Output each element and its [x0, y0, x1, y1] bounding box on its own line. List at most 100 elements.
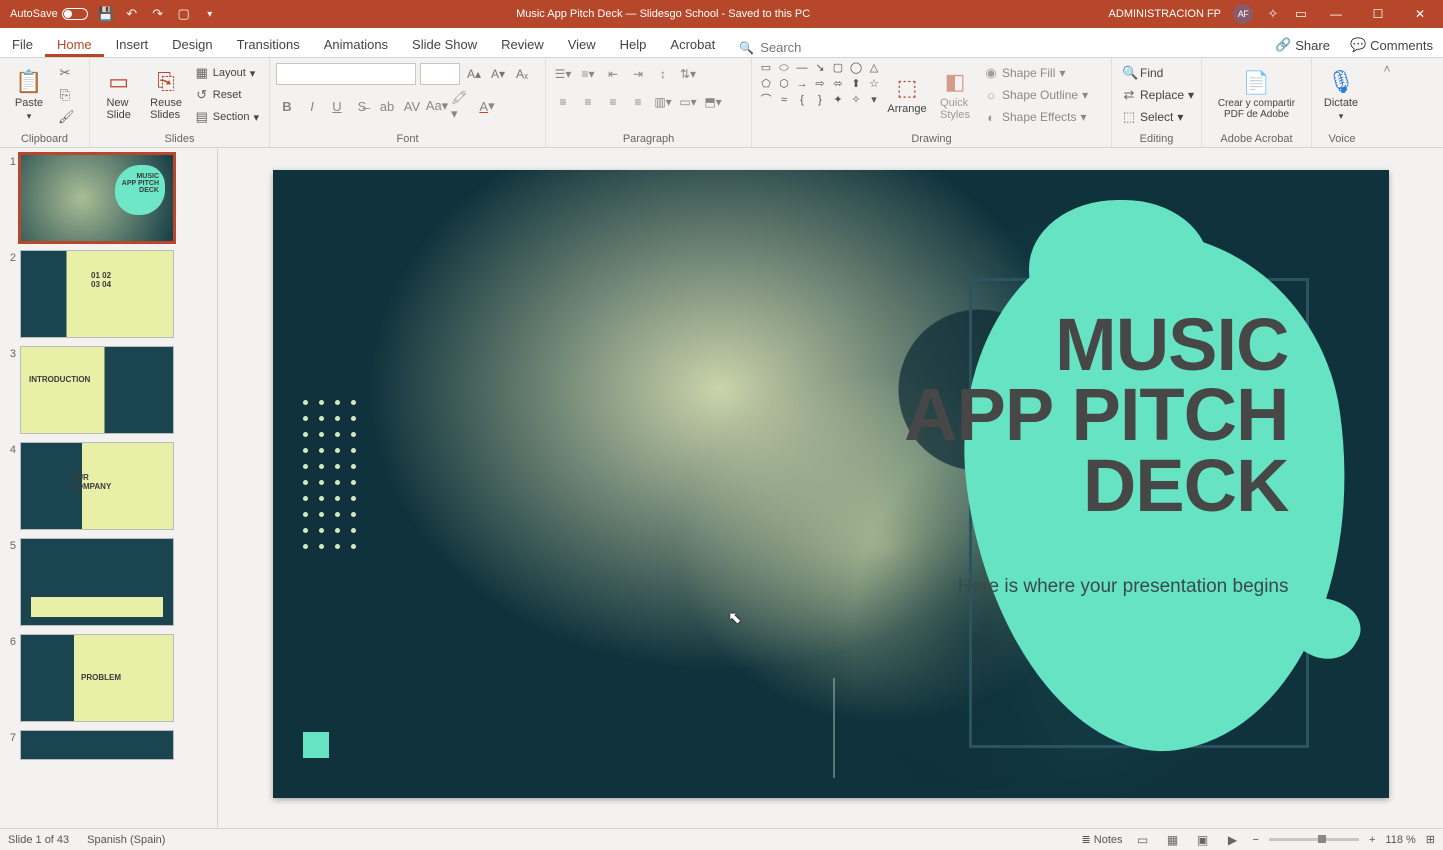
current-slide[interactable]: MUSIC APP PITCH DECK Here is where your …: [273, 170, 1389, 798]
shape-effects-button[interactable]: ◐Shape Effects ▾: [980, 107, 1092, 127]
change-case-button[interactable]: Aa▾: [426, 95, 448, 117]
qat-more-icon[interactable]: ▾: [202, 6, 218, 22]
layout-button[interactable]: ▦Layout ▾: [191, 63, 263, 83]
underline-button[interactable]: U: [326, 95, 348, 117]
tab-acrobat[interactable]: Acrobat: [658, 31, 727, 57]
shapes-gallery[interactable]: ▭⬭—↘▢◯△ ⬠⬡→⇨⬄⬆☆ ⌒≈{}✦✧▾: [758, 61, 882, 107]
align-left-button[interactable]: ≡: [552, 91, 574, 113]
normal-view-button[interactable]: ▭: [1133, 832, 1153, 848]
line-spacing-button[interactable]: ↕: [652, 63, 674, 85]
align-text-button[interactable]: ▭▾: [677, 91, 699, 113]
present-from-start-icon[interactable]: ▢: [176, 6, 192, 22]
thumb-1[interactable]: MUSICAPP PITCHDECK: [20, 154, 174, 242]
share-button[interactable]: 🔗Share: [1265, 33, 1340, 57]
spacing-button[interactable]: AV: [401, 95, 423, 117]
tab-slideshow[interactable]: Slide Show: [400, 31, 489, 57]
increase-indent-button[interactable]: ⇥: [627, 63, 649, 85]
tab-transitions[interactable]: Transitions: [225, 31, 312, 57]
thumb-7[interactable]: [20, 730, 174, 760]
font-name-combo[interactable]: [276, 63, 416, 85]
language-status[interactable]: Spanish (Spain): [87, 834, 165, 846]
decrease-indent-button[interactable]: ⇤: [602, 63, 624, 85]
reading-view-button[interactable]: ▣: [1193, 832, 1213, 848]
tab-animations[interactable]: Animations: [312, 31, 400, 57]
thumb-3[interactable]: INTRODUCTION: [20, 346, 174, 434]
columns-button[interactable]: ▥▾: [652, 91, 674, 113]
maximize-button[interactable]: ☐: [1363, 0, 1393, 28]
thumb-6[interactable]: PROBLEM: [20, 634, 174, 722]
thumb-4[interactable]: OURCOMPANY: [20, 442, 174, 530]
grow-font-button[interactable]: A▴: [464, 64, 484, 84]
canvas-scrollbar[interactable]: [1427, 148, 1443, 828]
save-icon[interactable]: 💾: [98, 6, 114, 22]
slide-canvas[interactable]: MUSIC APP PITCH DECK Here is where your …: [218, 148, 1443, 828]
shape-outline-button[interactable]: ○Shape Outline ▾: [980, 85, 1092, 105]
slideshow-view-button[interactable]: ▶: [1223, 832, 1243, 848]
font-size-combo[interactable]: [420, 63, 460, 85]
slide-title[interactable]: MUSIC APP PITCH DECK: [904, 310, 1288, 521]
tab-home[interactable]: Home: [45, 31, 104, 57]
find-button[interactable]: 🔍Find: [1118, 63, 1198, 83]
comments-button[interactable]: 💬Comments: [1340, 33, 1443, 57]
tab-view[interactable]: View: [556, 31, 608, 57]
redo-icon[interactable]: ↷: [150, 6, 166, 22]
adobe-pdf-button[interactable]: 📄Crear y compartir PDF de Adobe: [1208, 61, 1305, 129]
justify-button[interactable]: ≡: [627, 91, 649, 113]
format-painter-button[interactable]: 🖌: [54, 107, 76, 127]
bold-button[interactable]: B: [276, 95, 298, 117]
zoom-level[interactable]: 118 %: [1385, 834, 1415, 846]
highlight-button[interactable]: 🖍▾: [451, 95, 473, 117]
slide-subtitle[interactable]: Here is where your presentation begins: [958, 576, 1289, 598]
shrink-font-button[interactable]: A▾: [488, 64, 508, 84]
text-direction-button[interactable]: ⇅▾: [677, 63, 699, 85]
dictate-button[interactable]: 🎙Dictate▾: [1318, 61, 1364, 129]
reset-button[interactable]: ↺Reset: [191, 85, 263, 105]
thumb-5[interactable]: [20, 538, 174, 626]
zoom-in-button[interactable]: +: [1369, 834, 1375, 846]
undo-icon[interactable]: ↶: [124, 6, 140, 22]
tab-review[interactable]: Review: [489, 31, 556, 57]
paste-button[interactable]: 📋Paste▾: [6, 61, 52, 129]
notes-button[interactable]: ≣ Notes: [1082, 833, 1123, 846]
autosave-toggle[interactable]: AutoSave: [10, 8, 88, 20]
zoom-out-button[interactable]: −: [1253, 834, 1259, 846]
bullets-button[interactable]: ☰▾: [552, 63, 574, 85]
shadow-button[interactable]: ab: [376, 95, 398, 117]
replace-button[interactable]: ⇄Replace ▾: [1118, 85, 1198, 105]
minimize-button[interactable]: —: [1321, 0, 1351, 28]
tab-help[interactable]: Help: [608, 31, 659, 57]
coming-soon-icon[interactable]: ✧: [1265, 6, 1281, 22]
slide-thumbnails[interactable]: 1 MUSICAPP PITCHDECK 2 01 0203 04 3 INTR…: [0, 148, 218, 828]
select-button[interactable]: ⬚Select ▾: [1118, 107, 1198, 127]
close-button[interactable]: ✕: [1405, 0, 1435, 28]
ribbon-options-icon[interactable]: ▭: [1293, 6, 1309, 22]
italic-button[interactable]: I: [301, 95, 323, 117]
user-avatar[interactable]: AF: [1233, 4, 1253, 24]
thumb-2[interactable]: 01 0203 04: [20, 250, 174, 338]
tab-file[interactable]: File: [0, 31, 45, 57]
fit-to-window-button[interactable]: ⊞: [1426, 833, 1435, 846]
sorter-view-button[interactable]: ▦: [1163, 832, 1183, 848]
slide-counter[interactable]: Slide 1 of 43: [8, 834, 69, 846]
shape-fill-button[interactable]: ◉Shape Fill ▾: [980, 63, 1092, 83]
align-center-button[interactable]: ≡: [577, 91, 599, 113]
tell-me-search[interactable]: 🔍: [733, 38, 846, 57]
tab-design[interactable]: Design: [160, 31, 224, 57]
font-color-button[interactable]: A▾: [476, 95, 498, 117]
section-button[interactable]: ▤Section ▾: [191, 107, 263, 127]
autosave-switch[interactable]: [62, 8, 88, 20]
search-input[interactable]: [760, 40, 840, 55]
zoom-slider[interactable]: [1269, 838, 1359, 841]
copy-button[interactable]: ⎘: [54, 85, 76, 105]
align-right-button[interactable]: ≡: [602, 91, 624, 113]
reuse-slides-button[interactable]: ⎘Reuse Slides: [143, 61, 188, 129]
strike-button[interactable]: S̶: [351, 95, 373, 117]
new-slide-button[interactable]: ▭New Slide: [96, 61, 141, 129]
tab-insert[interactable]: Insert: [104, 31, 161, 57]
arrange-button[interactable]: ⬚Arrange: [884, 61, 930, 129]
collapse-ribbon-icon[interactable]: ˄: [1383, 62, 1390, 76]
numbering-button[interactable]: ≡▾: [577, 63, 599, 85]
clear-format-button[interactable]: Aₓ: [512, 64, 532, 84]
smartart-button[interactable]: ⬒▾: [702, 91, 724, 113]
quick-styles-button[interactable]: ◧Quick Styles: [932, 61, 978, 129]
